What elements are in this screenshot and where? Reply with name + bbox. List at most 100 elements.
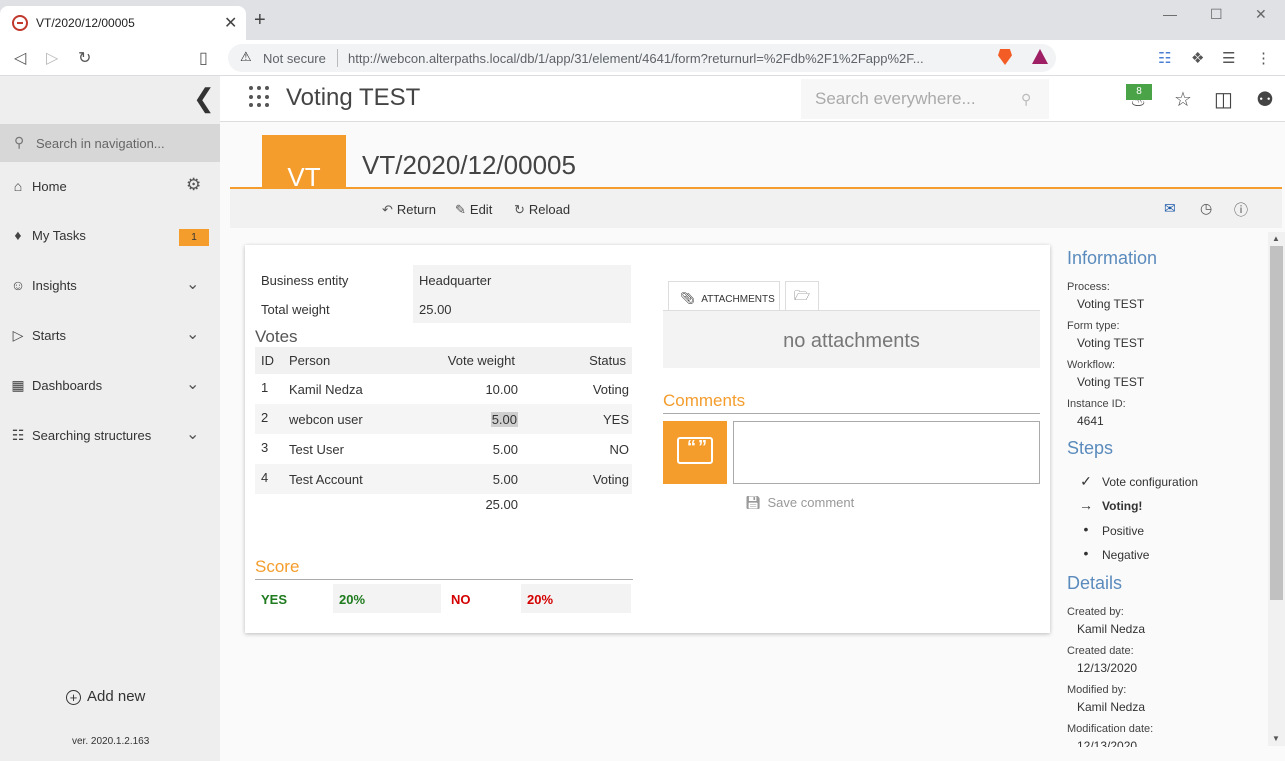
brave-rewards-icon[interactable] [1032,49,1048,64]
nav-search-input[interactable] [36,130,212,156]
attachments-box[interactable]: no attachments [663,310,1040,368]
column-header-weight[interactable]: Vote weight [401,347,521,374]
sidebar-item-insights[interactable]: ☺ Insights ⌄ [0,266,220,306]
bullet-icon: • [1083,545,1089,561]
tab-attachments[interactable]: 📎︎ ATTACHMENTS [668,281,780,311]
chevron-down-icon[interactable]: ⌄ [186,274,199,294]
global-search-input[interactable] [815,87,1015,111]
no-attachments-text: no attachments [783,330,920,352]
document-title: VT/2020/12/00005 [362,150,576,180]
tab-close-icon[interactable]: ✕ [224,13,237,33]
process-value: Voting TEST [1077,297,1145,311]
scrollbar[interactable]: ▲ ▼ [1268,232,1285,746]
cell-weight: 5.00 [492,441,518,457]
search-icon[interactable]: ⚲ [1021,91,1031,108]
table-row[interactable]: 3 Test User 5.00 NO [255,434,632,464]
field-total-weight: Total weight 25.00 [255,294,631,323]
minimize-icon[interactable]: — [1163,6,1177,22]
workflow-value: Voting TEST [1077,375,1145,389]
collapse-sidebar-icon[interactable]: ❮ [193,85,215,111]
score-yes-value: 20% [333,584,441,613]
nav-search: ⚲ [0,124,220,162]
sidebar-item-label: Searching structures [32,428,152,443]
sidebar-item-label: Home [32,179,67,194]
reload-button[interactable]: ↻ Reload [514,202,570,218]
score-no-label: NO [451,592,471,607]
votes-total: 25.00 [485,496,518,512]
scroll-down-icon[interactable]: ▼ [1272,734,1280,743]
extensions-icon[interactable]: ❖ [1191,49,1204,67]
scroll-up-icon[interactable]: ▲ [1272,234,1280,243]
paperclip-icon: 📎︎ [680,291,696,305]
edit-button[interactable]: ✎ Edit [455,202,492,218]
add-new-button[interactable]: + Add new [66,688,145,705]
bookmark-icon[interactable]: ▯ [199,48,208,68]
layout-edit-icon[interactable]: ◫ [1214,87,1233,112]
field-business-entity: Business entity Headquarter [255,265,631,294]
column-header-id[interactable]: ID [255,347,283,374]
chevron-down-icon[interactable]: ⌄ [186,324,199,344]
gear-icon[interactable]: ⚙ [186,175,201,195]
scroll-thumb[interactable] [1270,246,1283,600]
column-header-status[interactable]: Status [521,347,632,374]
not-secure-label[interactable]: Not secure [263,51,326,66]
sidebar-item-dashboards[interactable]: ▦ Dashboards ⌄ [0,366,220,406]
score-no-value: 20% [521,584,631,613]
sidebar-item-starts[interactable]: ▷ Starts ⌄ [0,316,220,356]
return-button[interactable]: ↶ Return [382,202,436,218]
edit-icon: ✎ [455,202,466,217]
field-value[interactable]: 25.00 [413,294,631,323]
score-heading: Score [255,557,300,576]
comments-heading: Comments [663,391,746,410]
cell-status: YES [521,404,632,434]
chevron-down-icon[interactable]: ⌄ [186,424,199,444]
table-row[interactable]: 4 Test Account 5.00 Voting [255,464,632,494]
star-icon[interactable]: ☆ [1174,87,1192,112]
save-comment-button[interactable]: 💾︎ Save comment [745,495,854,511]
sidebar-item-searching-structures[interactable]: ☷ Searching structures ⌄ [0,416,220,456]
window-close-icon[interactable]: ✕ [1255,6,1267,23]
score-row: YES 20% NO 20% [255,584,633,613]
cell-id: 3 [261,440,269,455]
sidebar-item-home[interactable]: ⌂ Home ⚙ [0,167,220,207]
translate-icon[interactable]: ☷ [1158,49,1171,67]
brave-shield-icon[interactable] [998,49,1012,65]
user-insights-icon: ☺ [10,277,26,293]
app-launcher-icon[interactable] [249,86,271,108]
url-text[interactable]: http://webcon.alterpaths.local/db/1/app/… [348,51,924,66]
return-icon: ↶ [382,202,393,217]
table-row[interactable]: 1 Kamil Nedza 10.00 Voting [255,374,632,404]
tasks-count-badge: 1 [179,229,209,246]
comment-input[interactable] [733,421,1040,484]
column-header-person[interactable]: Person [283,347,401,374]
table-total-row: 25.00 [255,494,632,514]
new-tab-button[interactable]: + [254,10,266,30]
instance-id-label: Instance ID: [1067,398,1126,410]
address-bar[interactable]: ⚠ Not secure http://webcon.alterpaths.lo… [228,44,1056,72]
cell-weight: 5.00 [401,404,521,434]
attachments-label-text: ATTACHMENTS [701,294,775,305]
table-row[interactable]: 2 webcon user 5.00 YES [255,404,632,434]
browser-tab[interactable]: VT/2020/12/00005 ✕ [0,6,246,40]
step-item: Negative [1102,548,1150,562]
save-comment-label: Save comment [767,495,855,510]
back-icon[interactable]: ◁ [14,48,26,68]
maximize-icon[interactable]: ☐ [1210,6,1223,23]
folder-open-icon[interactable]: 🗁︎ [785,281,819,311]
notifications-badge[interactable]: 8 [1126,84,1152,100]
sidebar-item-my-tasks[interactable]: ♦ My Tasks 1 [0,216,220,256]
forward-icon[interactable]: ▷ [46,48,58,68]
form-card: Business entity Headquarter Total weight… [245,245,1050,633]
app-title: Voting TEST [286,84,421,111]
sidebar-item-label: Dashboards [32,378,103,393]
media-icon[interactable]: ☰ [1222,49,1235,67]
cell-status: Voting [592,381,629,397]
browser-menu-icon[interactable]: ⋮ [1256,49,1271,67]
steps-heading: Steps [1067,438,1114,458]
cell-status: Voting [521,464,632,494]
field-value[interactable]: Headquarter [413,265,631,294]
reload-icon[interactable]: ↻ [78,48,91,68]
instance-id-value: 4641 [1077,414,1104,428]
user-profile-icon[interactable]: ⚉ [1256,87,1274,112]
chevron-down-icon[interactable]: ⌄ [186,374,199,394]
